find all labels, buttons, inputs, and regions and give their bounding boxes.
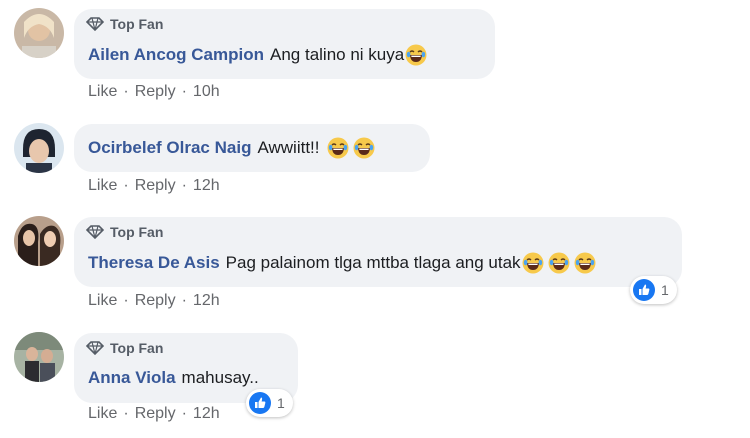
comment-text: Awwiitt!! bbox=[257, 138, 320, 157]
like-reaction-icon bbox=[633, 279, 655, 301]
emoji-group bbox=[326, 137, 375, 159]
like-link[interactable]: Like bbox=[88, 177, 117, 195]
timestamp[interactable]: 12h bbox=[193, 405, 220, 423]
avatar[interactable] bbox=[14, 216, 64, 266]
badge-label: Top Fan bbox=[110, 224, 164, 240]
comment-bubble: Top Fan Theresa De Asis Pag palainom tlg… bbox=[74, 217, 682, 287]
reaction-count: 1 bbox=[661, 282, 669, 298]
reaction-count: 1 bbox=[277, 395, 285, 411]
diamond-icon bbox=[86, 225, 104, 239]
comment-actions: Like · Reply · 10h bbox=[88, 83, 220, 101]
reaction-summary[interactable]: 1 bbox=[246, 389, 293, 417]
comment-text: Pag palainom tlga mttba tlaga ang utak bbox=[225, 253, 521, 272]
reply-link[interactable]: Reply bbox=[135, 292, 176, 310]
laughing-tears-emoji bbox=[353, 137, 375, 159]
top-fan-badge: Top Fan bbox=[86, 224, 163, 240]
avatar[interactable] bbox=[14, 8, 64, 58]
like-link[interactable]: Like bbox=[88, 405, 117, 423]
avatar[interactable] bbox=[14, 332, 64, 382]
emoji-group bbox=[521, 252, 596, 274]
top-fan-badge: Top Fan bbox=[86, 340, 163, 356]
comment-text: Ang talino ni kuya bbox=[270, 45, 405, 64]
reply-link[interactable]: Reply bbox=[135, 405, 176, 423]
badge-label: Top Fan bbox=[110, 340, 164, 356]
comment-author[interactable]: Anna Viola bbox=[88, 368, 176, 388]
comment-bubble: Ocirbelef Olrac Naig Awwiitt!! bbox=[74, 124, 430, 172]
laughing-tears-emoji bbox=[574, 252, 596, 274]
comment-actions: Like · Reply · 12h bbox=[88, 177, 220, 195]
timestamp[interactable]: 10h bbox=[193, 83, 220, 101]
laughing-tears-emoji bbox=[548, 252, 570, 274]
laughing-tears-emoji bbox=[522, 252, 544, 274]
avatar[interactable] bbox=[14, 123, 64, 173]
comment-bubble: Top Fan Ailen Ancog Campion Ang talino n… bbox=[74, 9, 495, 79]
like-link[interactable]: Like bbox=[88, 292, 117, 310]
comment-author[interactable]: Theresa De Asis bbox=[88, 253, 220, 273]
reaction-summary[interactable]: 1 bbox=[630, 276, 677, 304]
like-reaction-icon bbox=[249, 392, 271, 414]
comment-actions: Like · Reply · 12h bbox=[88, 405, 220, 423]
like-link[interactable]: Like bbox=[88, 83, 117, 101]
badge-label: Top Fan bbox=[110, 16, 164, 32]
emoji-group bbox=[404, 44, 427, 66]
laughing-tears-emoji bbox=[327, 137, 349, 159]
top-fan-badge: Top Fan bbox=[86, 16, 163, 32]
reply-link[interactable]: Reply bbox=[135, 177, 176, 195]
comment-text: mahusay.. bbox=[181, 368, 259, 387]
diamond-icon bbox=[86, 341, 104, 355]
comment-actions: Like · Reply · 12h bbox=[88, 292, 220, 310]
comment-author[interactable]: Ailen Ancog Campion bbox=[88, 45, 264, 65]
timestamp[interactable]: 12h bbox=[193, 177, 220, 195]
comment-author[interactable]: Ocirbelef Olrac Naig bbox=[88, 138, 251, 158]
timestamp[interactable]: 12h bbox=[193, 292, 220, 310]
diamond-icon bbox=[86, 17, 104, 31]
reply-link[interactable]: Reply bbox=[135, 83, 176, 101]
laughing-tears-emoji bbox=[405, 44, 427, 66]
